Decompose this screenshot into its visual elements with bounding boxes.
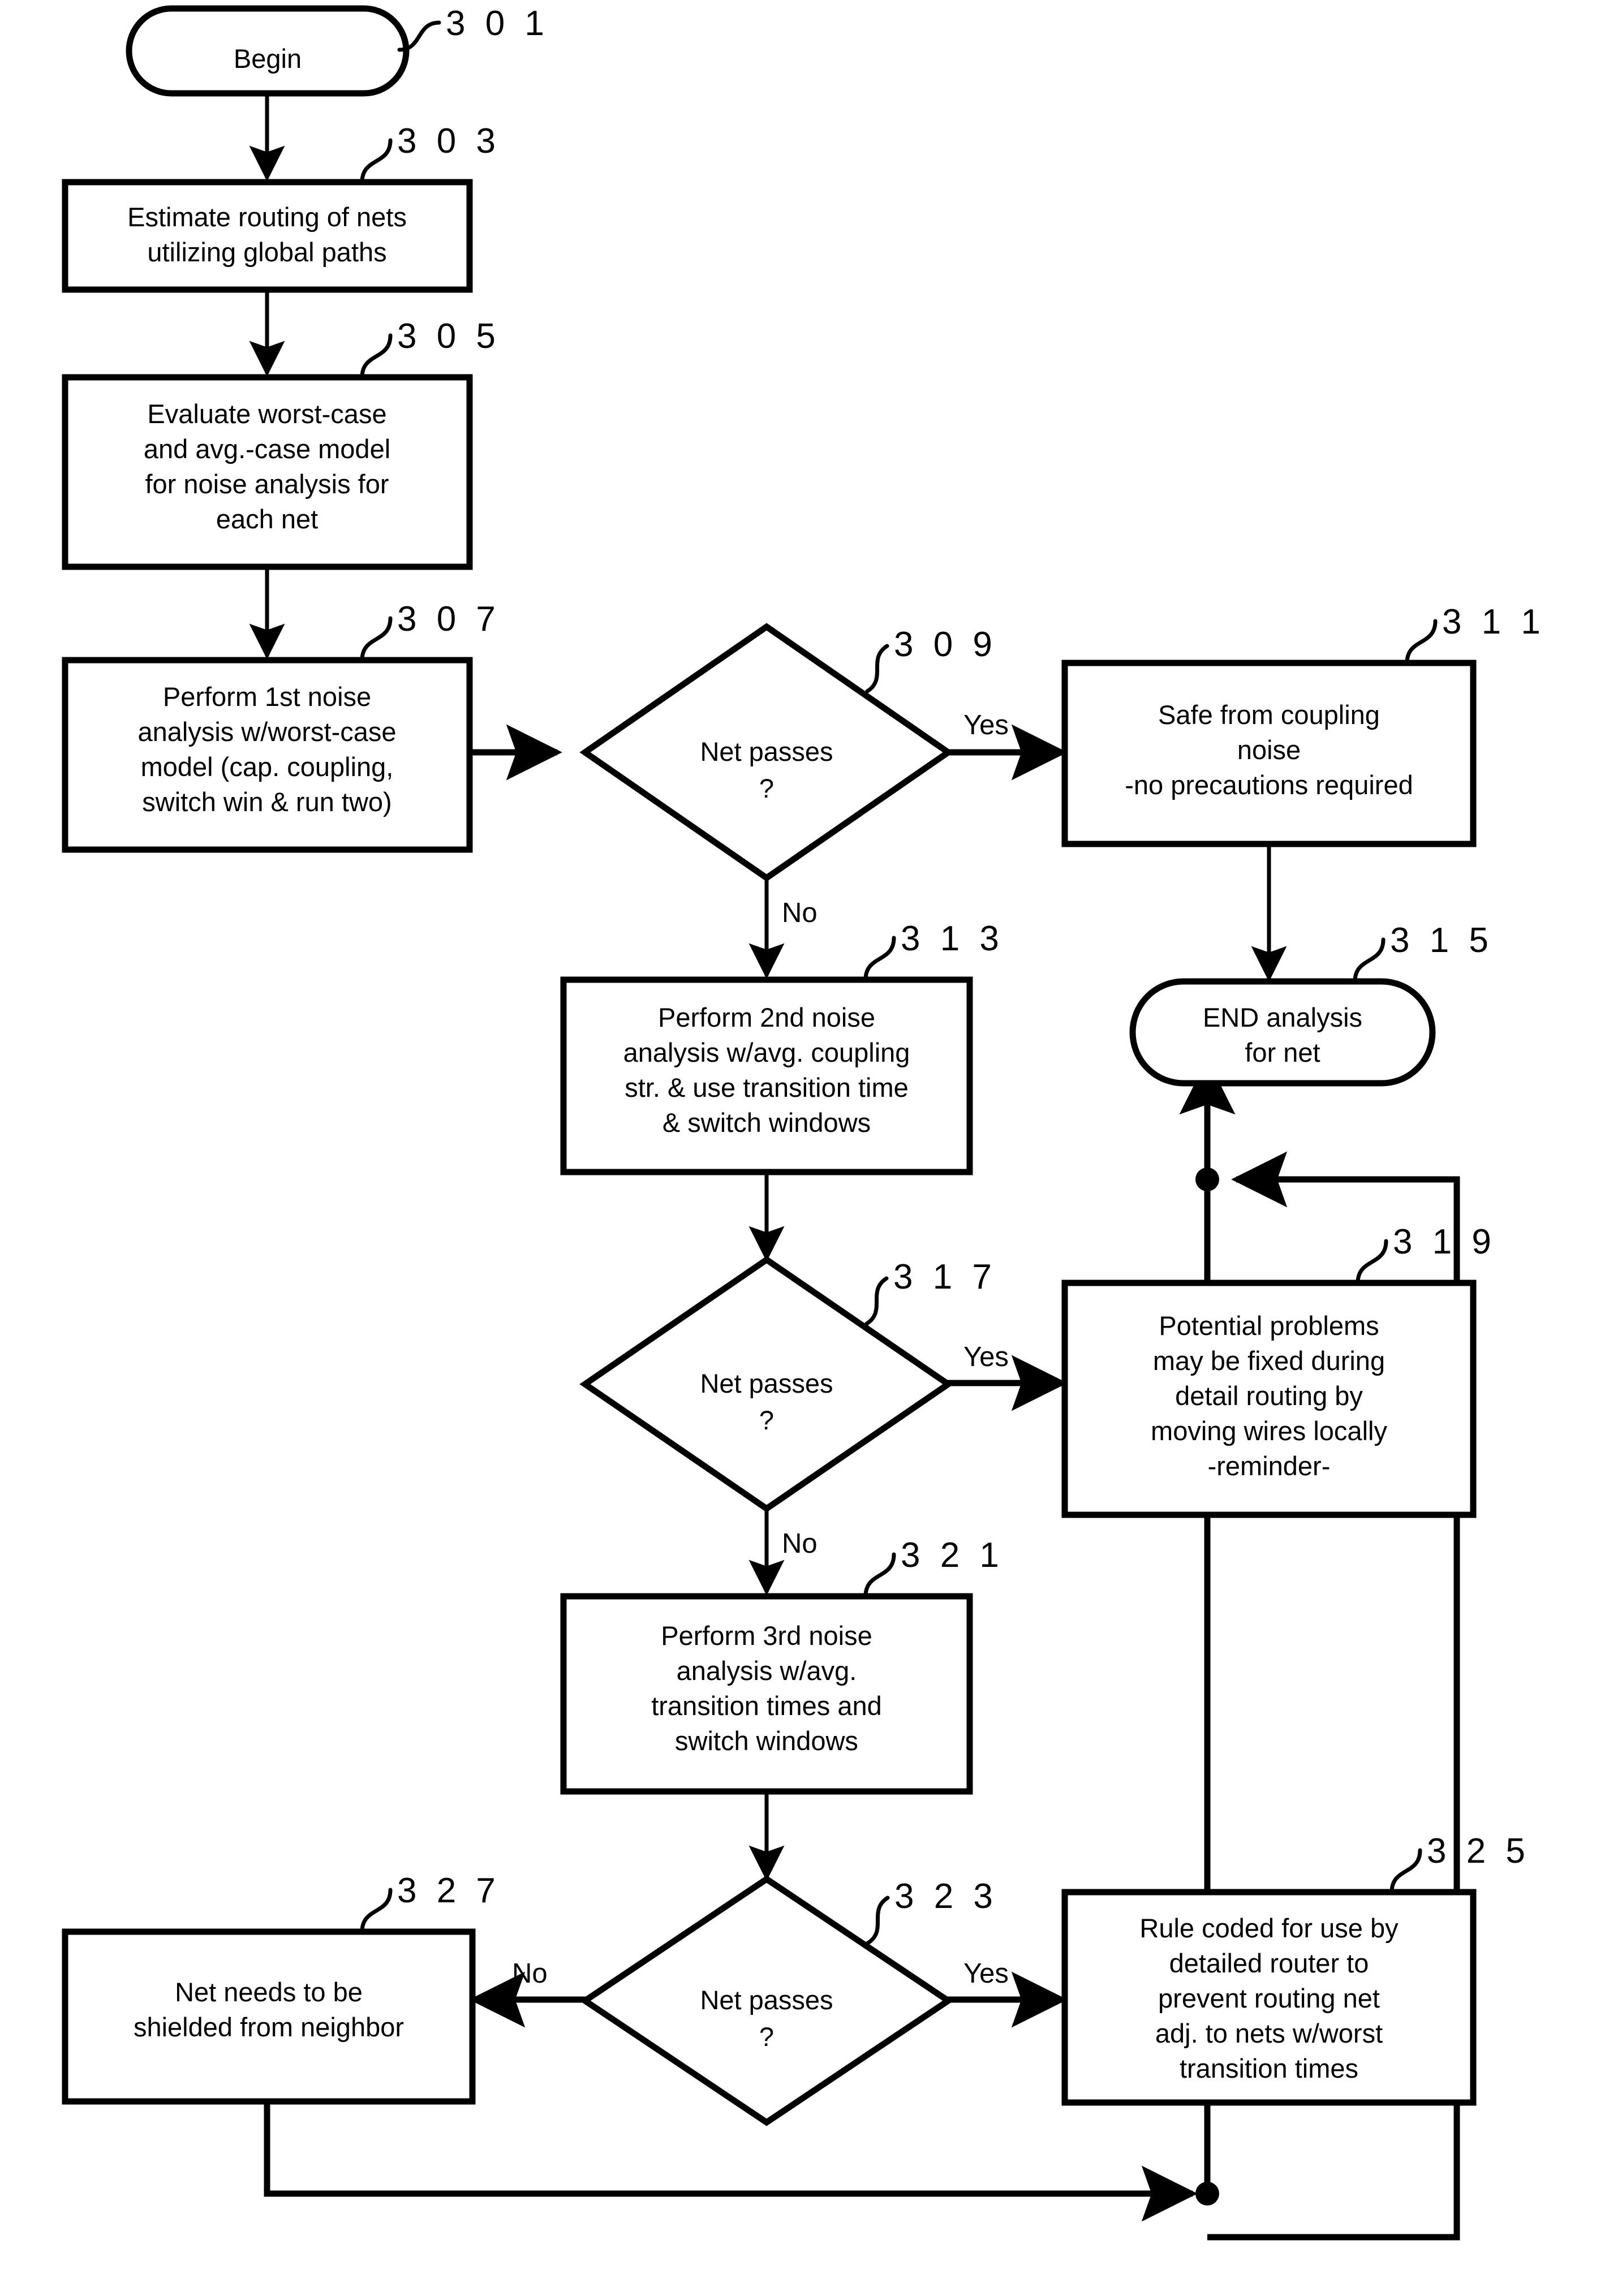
- edge-327-to-bottom-junction: [264, 2101, 1198, 2222]
- node-307-line-0: Perform 1st noise: [163, 682, 371, 712]
- node-307-line-3: switch win & run two): [142, 787, 391, 817]
- flowchart-canvas: Begin 3 0 1 Estimate routing of nets uti…: [0, 0, 1622, 2296]
- node-323-line-1: ?: [759, 2022, 774, 2052]
- node-325-line-3: adj. to nets w/worst: [1155, 2018, 1383, 2048]
- node-311-line-0: Safe from coupling: [1158, 700, 1380, 730]
- node-estimate-routing[interactable]: Estimate routing of nets utilizing globa…: [62, 179, 473, 293]
- label-309-no: No: [782, 898, 818, 928]
- ref-315: 3 1 5: [1390, 921, 1494, 960]
- node-first-noise-analysis[interactable]: Perform 1st noise analysis w/worst-case …: [62, 657, 473, 853]
- ref-301: 3 0 1: [446, 4, 549, 43]
- node-307-line-2: model (cap. coupling,: [141, 752, 394, 782]
- ref-311: 3 1 1: [1442, 602, 1546, 641]
- node-net-passes-1[interactable]: Net passes ?: [579, 623, 954, 882]
- leader-323: [866, 1896, 890, 1945]
- node-309-line-1: ?: [759, 773, 774, 803]
- ref-327: 3 2 7: [397, 1871, 501, 1910]
- leader-319: [1356, 1239, 1388, 1285]
- leader-313: [863, 936, 896, 982]
- ref-307: 3 0 7: [397, 600, 501, 639]
- node-305-line-1: and avg.-case model: [144, 434, 390, 464]
- node-309-line-0: Net passes: [700, 736, 833, 766]
- node-net-passes-3[interactable]: Net passes ?: [579, 1875, 954, 2126]
- node-safe-from-coupling[interactable]: Safe from coupling noise -no precautions…: [1061, 660, 1477, 847]
- node-305-line-3: each net: [216, 504, 318, 534]
- node-325-line-2: prevent routing net: [1158, 1983, 1380, 2013]
- ref-313: 3 1 3: [901, 919, 1004, 958]
- node-303-line-1: utilizing global paths: [147, 237, 386, 267]
- ref-309: 3 0 9: [894, 625, 997, 664]
- node-317-line-1: ?: [759, 1405, 774, 1435]
- node-319-line-0: Potential problems: [1159, 1311, 1379, 1341]
- node-net-shielded[interactable]: Net needs to be shielded from neighbor: [62, 1928, 476, 2105]
- node-321-line-3: switch windows: [675, 1726, 858, 1756]
- flowchart-svg: Begin 3 0 1 Estimate routing of nets uti…: [62, 4, 1546, 2241]
- ref-321: 3 2 1: [901, 1536, 1004, 1575]
- leader-315: [1353, 937, 1386, 984]
- label-317-yes: Yes: [963, 1342, 1009, 1372]
- ref-325: 3 2 5: [1427, 1832, 1530, 1871]
- node-319-line-3: moving wires locally: [1151, 1416, 1387, 1446]
- node-319-line-1: may be fixed during: [1153, 1346, 1385, 1376]
- ref-305: 3 0 5: [397, 317, 501, 356]
- node-319-line-4: -reminder-: [1208, 1451, 1331, 1481]
- node-307-line-1: analysis w/worst-case: [137, 717, 396, 747]
- node-311-line-2: -no precautions required: [1125, 770, 1413, 800]
- node-end-analysis[interactable]: END analysis for net: [1129, 978, 1436, 1087]
- node-315-line-1: for net: [1245, 1037, 1320, 1067]
- node-313-line-3: & switch windows: [662, 1108, 871, 1138]
- node-327-line-1: shielded from neighbor: [134, 2012, 404, 2042]
- ref-317: 3 1 7: [893, 1257, 997, 1296]
- node-323-line-0: Net passes: [700, 1985, 833, 2015]
- node-second-noise-analysis[interactable]: Perform 2nd noise analysis w/avg. coupli…: [560, 976, 973, 1175]
- node-327-line-0: Net needs to be: [175, 1977, 363, 2007]
- node-325-line-0: Rule coded for use by: [1139, 1913, 1399, 1943]
- leader-309: [865, 644, 889, 693]
- label-309-yes: Yes: [963, 710, 1009, 740]
- node-begin-line-0: Begin: [234, 44, 302, 74]
- node-325-line-4: transition times: [1180, 2053, 1358, 2083]
- leader-307: [360, 616, 393, 662]
- junction-dot-bottom: [1195, 2182, 1219, 2205]
- leader-327: [360, 1888, 393, 1934]
- leader-325: [1389, 1848, 1422, 1894]
- leader-321: [863, 1552, 896, 1599]
- ref-323: 3 2 3: [894, 1877, 998, 1916]
- node-321-line-2: transition times and: [651, 1691, 882, 1721]
- node-305-line-0: Evaluate worst-case: [147, 399, 386, 429]
- node-evaluate-models[interactable]: Evaluate worst-case and avg.-case model …: [62, 374, 473, 570]
- ref-303: 3 0 3: [397, 122, 501, 161]
- node-313-line-2: str. & use transition time: [625, 1072, 909, 1102]
- node-321-line-1: analysis w/avg.: [677, 1656, 857, 1686]
- node-potential-problems[interactable]: Potential problems may be fixed during d…: [1061, 1280, 1477, 1518]
- label-323-yes: Yes: [963, 1958, 1009, 1989]
- node-rule-coded[interactable]: Rule coded for use by detailed router to…: [1061, 1889, 1477, 2106]
- node-313-line-1: analysis w/avg. coupling: [623, 1037, 910, 1067]
- leader-317: [864, 1276, 889, 1326]
- label-317-no: No: [782, 1528, 818, 1559]
- leader-311: [1405, 619, 1438, 665]
- node-net-passes-2[interactable]: Net passes ?: [579, 1256, 954, 1513]
- node-315-line-0: END analysis: [1203, 1002, 1362, 1032]
- node-311-line-1: noise: [1237, 735, 1301, 765]
- node-begin[interactable]: Begin: [126, 5, 410, 97]
- node-third-noise-analysis[interactable]: Perform 3rd noise analysis w/avg. transi…: [560, 1593, 973, 1795]
- label-323-no: No: [512, 1958, 548, 1989]
- leader-305: [360, 333, 393, 380]
- node-305-line-2: for noise analysis for: [145, 469, 389, 499]
- node-321-line-0: Perform 3rd noise: [661, 1621, 872, 1651]
- ref-319: 3 1 9: [1393, 1222, 1496, 1261]
- node-319-line-2: detail routing by: [1175, 1381, 1363, 1411]
- node-303-line-0: Estimate routing of nets: [127, 202, 407, 232]
- node-325-line-1: detailed router to: [1169, 1948, 1369, 1978]
- node-317-line-0: Net passes: [700, 1368, 833, 1398]
- leader-303: [360, 138, 393, 184]
- node-313-line-0: Perform 2nd noise: [658, 1002, 875, 1032]
